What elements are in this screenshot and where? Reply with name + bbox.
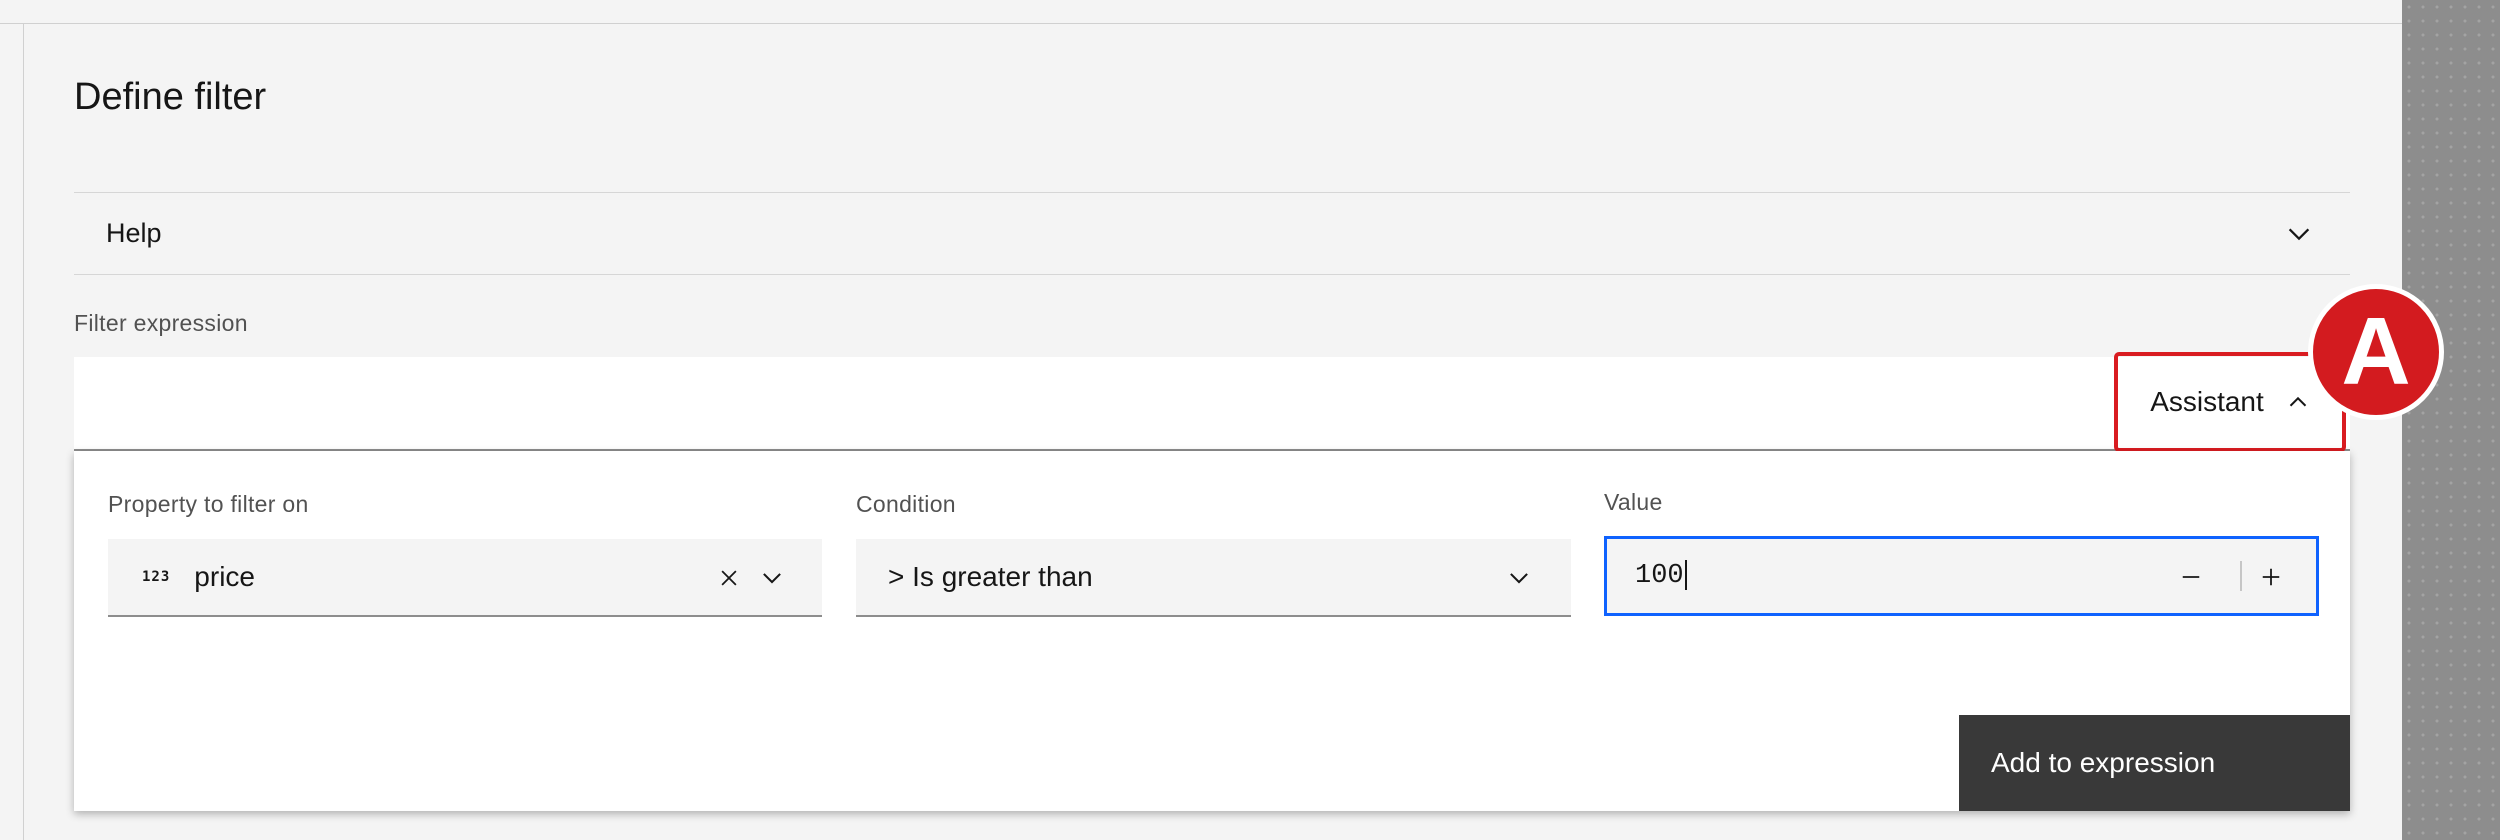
value-input-text: 100 bbox=[1635, 560, 1687, 592]
decrement-button[interactable] bbox=[2173, 559, 2209, 595]
header-bar bbox=[0, 0, 2402, 24]
condition-dropdown[interactable]: > Is greater than bbox=[856, 539, 1571, 617]
add-to-expression-button[interactable]: Add to expression bbox=[1959, 715, 2350, 811]
clear-icon[interactable] bbox=[718, 567, 740, 589]
chevron-up-icon bbox=[2289, 396, 2306, 407]
left-edge bbox=[0, 24, 24, 840]
value-label: Value bbox=[1604, 489, 1663, 515]
assistant-panel: Property to filter on 123 price Conditio… bbox=[74, 451, 2350, 811]
value-number-input[interactable]: 100 bbox=[1604, 536, 2319, 616]
condition-value: > Is greater than bbox=[888, 561, 1093, 592]
condition-label: Condition bbox=[856, 491, 956, 517]
property-value: price bbox=[194, 561, 255, 592]
stepper-divider bbox=[2240, 561, 2242, 591]
side-overlay bbox=[2402, 0, 2500, 840]
help-accordion[interactable]: Help bbox=[74, 192, 2350, 275]
annotation-badge: A bbox=[2308, 284, 2444, 420]
increment-button[interactable] bbox=[2253, 559, 2289, 595]
plus-icon bbox=[2262, 568, 2280, 586]
assistant-label: Assistant bbox=[2150, 386, 2264, 417]
numeric-type-icon: 123 bbox=[142, 569, 171, 585]
chevron-down-icon bbox=[2288, 228, 2310, 241]
filter-expression-input[interactable] bbox=[74, 357, 2350, 451]
help-label: Help bbox=[106, 218, 162, 248]
minus-icon bbox=[2182, 576, 2200, 578]
chevron-down-icon bbox=[763, 573, 781, 584]
property-dropdown[interactable]: 123 price bbox=[108, 539, 822, 617]
property-label: Property to filter on bbox=[108, 491, 309, 517]
page-title: Define filter bbox=[74, 76, 267, 118]
filter-expression-label: Filter expression bbox=[74, 310, 248, 336]
chevron-down-icon bbox=[1510, 573, 1528, 584]
